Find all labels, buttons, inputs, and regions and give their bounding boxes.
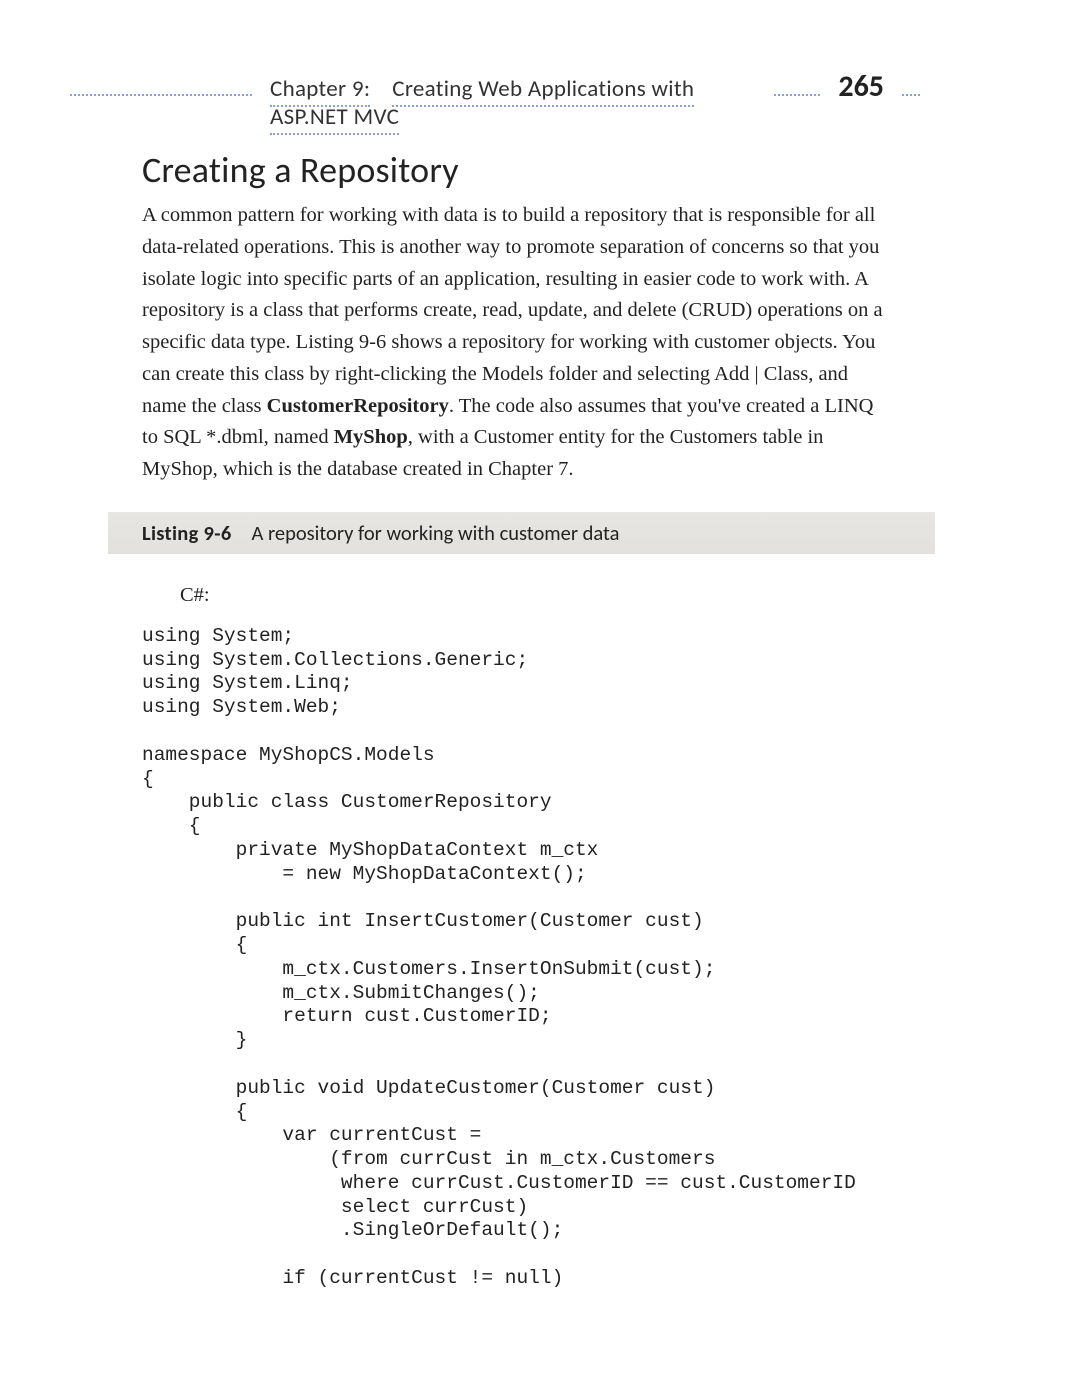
dotted-leader-left [70, 94, 252, 96]
dotted-leader-right [902, 94, 920, 96]
page-number: 265 [838, 68, 884, 105]
page-header: Chapter 9: Creating Web Applications wit… [0, 68, 1080, 131]
paragraph-text-a: A common pattern for working with data i… [142, 204, 883, 417]
body-paragraph: A common pattern for working with data i… [142, 200, 890, 486]
class-name-bold: CustomerRepository [267, 395, 449, 417]
section-title: Creating a Repository [142, 148, 890, 192]
chapter-label: Chapter 9: Creating Web Applications wit… [270, 75, 756, 131]
listing-title: A repository for working with customer d… [252, 520, 620, 546]
dotted-leader-mid [774, 94, 820, 96]
listing-bar: Listing 9-6 A repository for working wit… [108, 512, 935, 554]
content-area: Creating a Repository A common pattern f… [142, 148, 890, 1291]
code-block: using System; using System.Collections.G… [142, 625, 890, 1291]
dbml-name-bold: MyShop [334, 426, 408, 448]
code-language-label: C#: [180, 584, 890, 607]
listing-label: Listing 9-6 [142, 520, 232, 546]
